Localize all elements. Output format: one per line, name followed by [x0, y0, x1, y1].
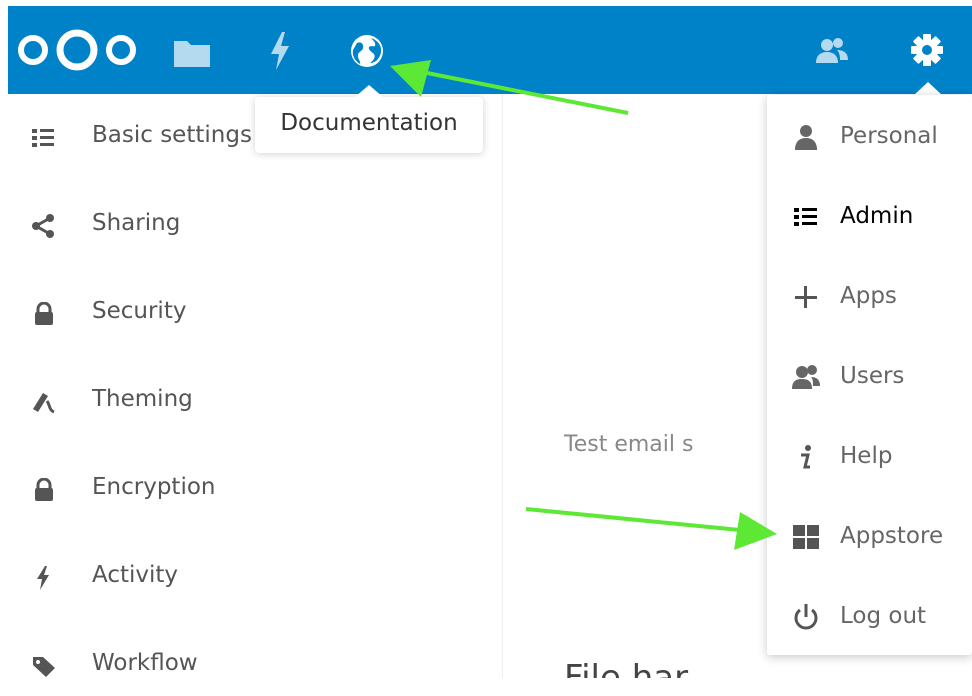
- menu-item-label: Users: [840, 363, 905, 389]
- test-email-label: Test email s: [564, 432, 694, 457]
- contacts-icon[interactable]: [815, 37, 849, 65]
- lightning-icon[interactable]: [267, 31, 293, 71]
- power-icon: [794, 604, 818, 630]
- menu-arrow: [914, 82, 942, 95]
- tag-icon: [33, 657, 55, 677]
- left-margin: [0, 0, 8, 678]
- lock-icon: [35, 478, 53, 501]
- menu-item-users[interactable]: Users: [767, 339, 972, 413]
- tooltip-arrow: [355, 85, 383, 97]
- lightning-icon: [37, 566, 49, 590]
- sidebar-item-activity[interactable]: Activity: [8, 548, 502, 608]
- lock-icon: [35, 302, 53, 325]
- list-icon: [794, 208, 817, 226]
- sidebar-item-label: Basic settings: [92, 122, 252, 148]
- sidebar-item-label: Activity: [92, 562, 179, 588]
- gear-icon[interactable]: [910, 33, 944, 67]
- nextcloud-logo[interactable]: [14, 29, 140, 71]
- sidebar-item-label: Workflow: [92, 650, 198, 676]
- share-icon: [32, 214, 54, 238]
- settings-sidebar: Basic settings Sharing Security Theming …: [8, 94, 502, 678]
- menu-item-admin[interactable]: Admin: [767, 179, 972, 253]
- tooltip-label: Documentation: [280, 110, 458, 136]
- person-icon: [795, 125, 817, 150]
- globe-icon[interactable]: [349, 33, 385, 69]
- folder-icon[interactable]: [173, 38, 211, 68]
- menu-item-apps[interactable]: Apps: [767, 259, 972, 333]
- settings-menu: Personal Admin Apps Users Help Appstore …: [767, 95, 972, 655]
- sidebar-item-sharing[interactable]: Sharing: [8, 196, 502, 256]
- menu-item-label: Apps: [840, 283, 897, 309]
- top-header: [8, 6, 972, 94]
- menu-item-label: Admin: [840, 203, 914, 229]
- documentation-tooltip: Documentation: [255, 85, 483, 153]
- menu-item-label: Help: [840, 443, 893, 469]
- sidebar-item-theming[interactable]: Theming: [8, 372, 502, 432]
- menu-item-label: Appstore: [840, 523, 944, 549]
- menu-item-help[interactable]: Help: [767, 419, 972, 493]
- menu-item-label: Personal: [840, 123, 938, 149]
- section-heading: File har: [564, 658, 689, 678]
- grid-icon: [793, 525, 819, 549]
- brush-icon: [33, 393, 55, 414]
- plus-icon: [795, 286, 817, 308]
- sidebar-item-workflow[interactable]: Workflow: [8, 636, 502, 696]
- menu-item-log-out[interactable]: Log out: [767, 579, 972, 653]
- menu-item-personal[interactable]: Personal: [767, 99, 972, 173]
- annotation-arrow: [525, 507, 777, 550]
- users-icon: [792, 365, 820, 389]
- menu-item-label: Log out: [840, 603, 927, 629]
- sidebar-item-label: Security: [92, 298, 187, 324]
- info-icon: [801, 445, 811, 469]
- sidebar-item-label: Theming: [92, 386, 193, 412]
- list-icon: [32, 129, 54, 147]
- sidebar-item-label: Encryption: [92, 474, 216, 500]
- sidebar-item-security[interactable]: Security: [8, 284, 502, 344]
- menu-item-appstore[interactable]: Appstore: [767, 499, 972, 573]
- sidebar-divider: [502, 94, 503, 678]
- sidebar-item-encryption[interactable]: Encryption: [8, 460, 502, 520]
- sidebar-item-label: Sharing: [92, 210, 181, 236]
